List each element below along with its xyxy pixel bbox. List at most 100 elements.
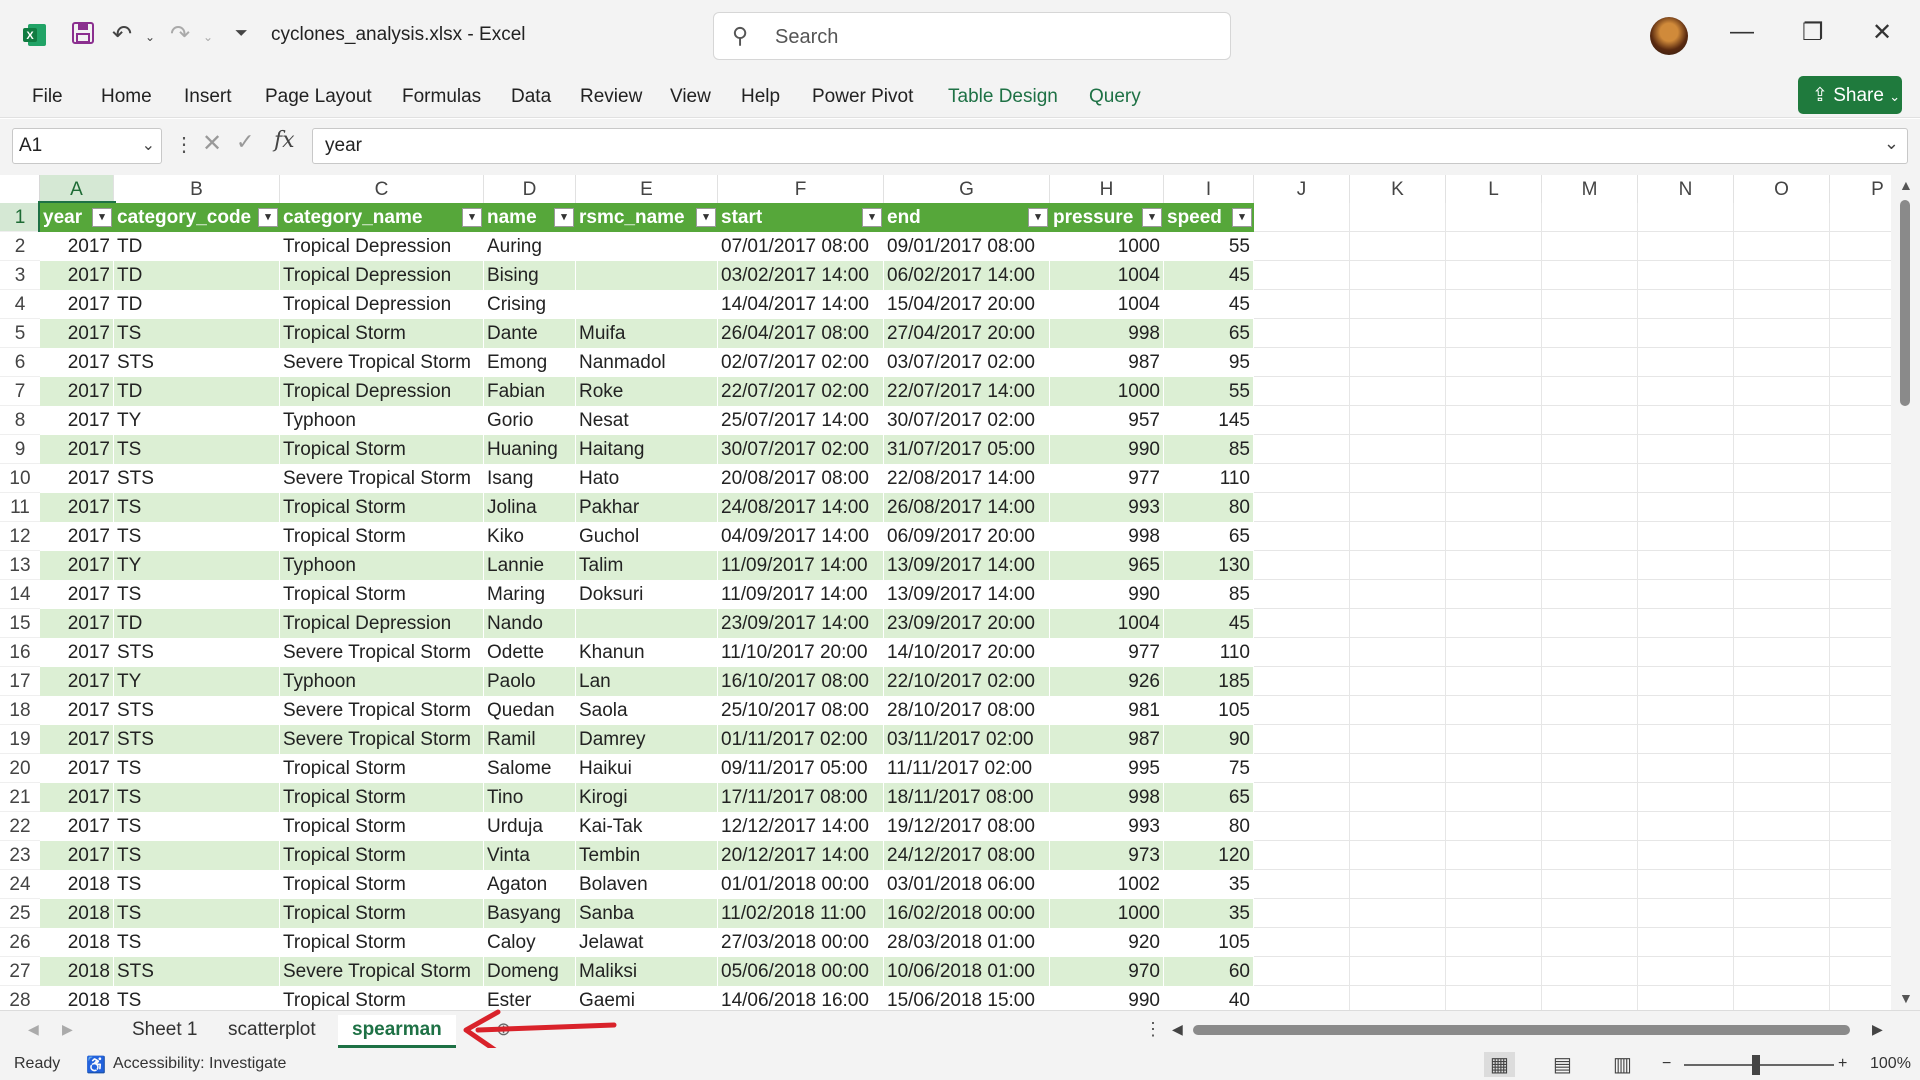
- empty-cell[interactable]: [1542, 290, 1638, 319]
- empty-cell[interactable]: [1446, 319, 1542, 348]
- table-cell-end[interactable]: 23/09/2017 20:00: [884, 609, 1050, 638]
- vertical-scroll-thumb[interactable]: [1900, 200, 1910, 406]
- empty-cell[interactable]: [1638, 609, 1734, 638]
- row-header[interactable]: 8: [0, 406, 40, 435]
- select-all-corner[interactable]: [0, 175, 40, 203]
- table-cell-pressure[interactable]: 993: [1050, 493, 1164, 522]
- zoom-out-icon[interactable]: −: [1662, 1055, 1671, 1073]
- empty-cell[interactable]: [1734, 319, 1830, 348]
- table-cell-year[interactable]: 2017: [40, 812, 114, 841]
- empty-cell[interactable]: [1638, 957, 1734, 986]
- table-cell-category-code[interactable]: TS: [114, 870, 280, 899]
- empty-cell[interactable]: [1350, 203, 1446, 232]
- empty-cell[interactable]: [1542, 522, 1638, 551]
- empty-cell[interactable]: [1638, 580, 1734, 609]
- empty-cell[interactable]: [1734, 464, 1830, 493]
- table-cell-speed[interactable]: 65: [1164, 319, 1254, 348]
- empty-cell[interactable]: [1446, 377, 1542, 406]
- empty-cell[interactable]: [1350, 928, 1446, 957]
- table-cell-category-name[interactable]: Severe Tropical Storm: [280, 638, 484, 667]
- empty-cell[interactable]: [1446, 435, 1542, 464]
- table-cell-pressure[interactable]: 998: [1050, 522, 1164, 551]
- table-cell-pressure[interactable]: 973: [1050, 841, 1164, 870]
- table-cell-rsmc-name[interactable]: Lan: [576, 667, 718, 696]
- table-cell-pressure[interactable]: 987: [1050, 725, 1164, 754]
- row-header[interactable]: 5: [0, 319, 40, 348]
- row-header[interactable]: 9: [0, 435, 40, 464]
- table-cell-speed[interactable]: 80: [1164, 493, 1254, 522]
- table-cell-end[interactable]: 24/12/2017 08:00: [884, 841, 1050, 870]
- empty-cell[interactable]: [1542, 406, 1638, 435]
- empty-cell[interactable]: [1254, 841, 1350, 870]
- scroll-up-icon[interactable]: ▲: [1899, 177, 1913, 193]
- chevron-down-icon[interactable]: ⌄: [142, 135, 155, 155]
- table-cell-category-code[interactable]: STS: [114, 638, 280, 667]
- table-cell-rsmc-name[interactable]: Guchol: [576, 522, 718, 551]
- column-header-m[interactable]: M: [1542, 175, 1638, 203]
- empty-cell[interactable]: [1350, 957, 1446, 986]
- empty-cell[interactable]: [1254, 435, 1350, 464]
- table-cell-rsmc-name[interactable]: Nesat: [576, 406, 718, 435]
- table-cell-name[interactable]: Crising: [484, 290, 576, 319]
- empty-cell[interactable]: [1446, 957, 1542, 986]
- table-cell-rsmc-name[interactable]: Talim: [576, 551, 718, 580]
- table-cell-start[interactable]: 30/07/2017 02:00: [718, 435, 884, 464]
- empty-cell[interactable]: [1542, 696, 1638, 725]
- row-header[interactable]: 6: [0, 348, 40, 377]
- column-header-f[interactable]: F: [718, 175, 884, 203]
- table-cell-rsmc-name[interactable]: Bolaven: [576, 870, 718, 899]
- empty-cell[interactable]: [1734, 754, 1830, 783]
- empty-cell[interactable]: [1734, 580, 1830, 609]
- table-cell-year[interactable]: 2017: [40, 725, 114, 754]
- table-cell-category-name[interactable]: Tropical Storm: [280, 899, 484, 928]
- row-header[interactable]: 12: [0, 522, 40, 551]
- table-cell-name[interactable]: Auring: [484, 232, 576, 261]
- column-header-l[interactable]: L: [1446, 175, 1542, 203]
- empty-cell[interactable]: [1638, 406, 1734, 435]
- table-header-cell[interactable]: speed ▾: [1164, 203, 1254, 232]
- table-cell-year[interactable]: 2017: [40, 609, 114, 638]
- empty-cell[interactable]: [1446, 667, 1542, 696]
- table-cell-category-name[interactable]: Tropical Depression: [280, 261, 484, 290]
- empty-cell[interactable]: [1254, 812, 1350, 841]
- empty-cell[interactable]: [1542, 232, 1638, 261]
- table-cell-speed[interactable]: 65: [1164, 783, 1254, 812]
- column-header-g[interactable]: G: [884, 175, 1050, 203]
- empty-cell[interactable]: [1542, 551, 1638, 580]
- column-header-k[interactable]: K: [1350, 175, 1446, 203]
- table-cell-start[interactable]: 22/07/2017 02:00: [718, 377, 884, 406]
- table-cell-year[interactable]: 2018: [40, 957, 114, 986]
- table-cell-category-name[interactable]: Typhoon: [280, 551, 484, 580]
- table-cell-category-code[interactable]: TS: [114, 493, 280, 522]
- empty-cell[interactable]: [1734, 493, 1830, 522]
- empty-cell[interactable]: [1350, 406, 1446, 435]
- row-header[interactable]: 3: [0, 261, 40, 290]
- zoom-slider-knob[interactable]: [1752, 1055, 1760, 1075]
- empty-cell[interactable]: [1638, 493, 1734, 522]
- empty-cell[interactable]: [1734, 522, 1830, 551]
- table-cell-start[interactable]: 12/12/2017 14:00: [718, 812, 884, 841]
- table-cell-speed[interactable]: 95: [1164, 348, 1254, 377]
- page-layout-view-icon[interactable]: ▤: [1553, 1052, 1572, 1077]
- table-cell-speed[interactable]: 105: [1164, 696, 1254, 725]
- table-cell-category-name[interactable]: Tropical Storm: [280, 319, 484, 348]
- table-cell-start[interactable]: 11/09/2017 14:00: [718, 551, 884, 580]
- empty-cell[interactable]: [1542, 203, 1638, 232]
- table-cell-category-code[interactable]: TS: [114, 841, 280, 870]
- table-cell-category-name[interactable]: Severe Tropical Storm: [280, 957, 484, 986]
- table-cell-pressure[interactable]: 1000: [1050, 377, 1164, 406]
- table-cell-rsmc-name[interactable]: Maliksi: [576, 957, 718, 986]
- table-cell-end[interactable]: 22/10/2017 02:00: [884, 667, 1050, 696]
- table-cell-category-code[interactable]: STS: [114, 725, 280, 754]
- table-cell-speed[interactable]: 45: [1164, 261, 1254, 290]
- row-header[interactable]: 4: [0, 290, 40, 319]
- empty-cell[interactable]: [1254, 203, 1350, 232]
- tab-insert[interactable]: Insert: [184, 86, 232, 108]
- empty-cell[interactable]: [1350, 667, 1446, 696]
- empty-cell[interactable]: [1350, 638, 1446, 667]
- empty-cell[interactable]: [1638, 551, 1734, 580]
- table-cell-category-code[interactable]: TS: [114, 899, 280, 928]
- table-cell-category-name[interactable]: Tropical Storm: [280, 783, 484, 812]
- empty-cell[interactable]: [1638, 290, 1734, 319]
- empty-cell[interactable]: [1542, 638, 1638, 667]
